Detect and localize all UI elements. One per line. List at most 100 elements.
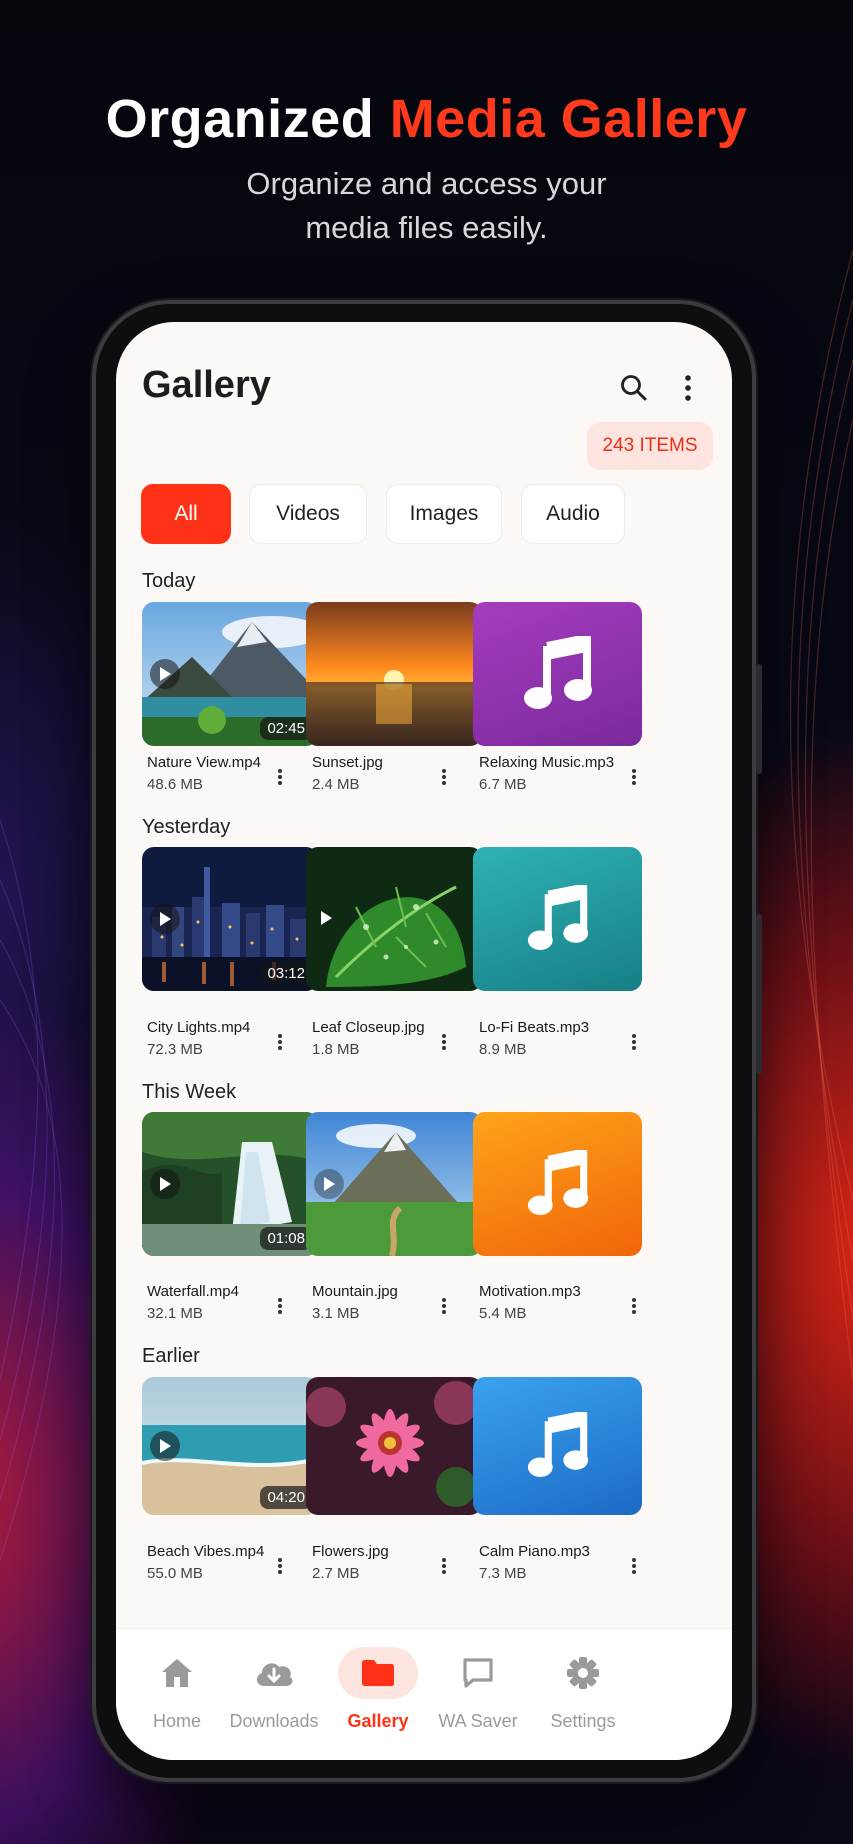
page-title: Gallery <box>142 364 271 406</box>
more-vertical-icon <box>442 1558 446 1574</box>
file-size: 7.3 MB <box>479 1565 527 1582</box>
nav-item-gallery[interactable]: Gallery <box>323 1647 433 1747</box>
thumbnail-waterfall[interactable]: 01:08 <box>142 1112 318 1256</box>
file-size: 72.3 MB <box>147 1041 203 1058</box>
file-name: Nature View.mp4 <box>147 754 261 771</box>
file-size: 55.0 MB <box>147 1565 203 1582</box>
file-name: Sunset.jpg <box>312 754 383 771</box>
file-name: Leaf Closeup.jpg <box>312 1019 425 1036</box>
music-note-icon <box>527 1412 588 1477</box>
music-note-icon <box>527 885 588 950</box>
section-label-earlier: Earlier <box>142 1345 200 1367</box>
more-vertical-icon <box>442 1298 446 1314</box>
nav-item-downloads[interactable]: Downloads <box>219 1647 329 1747</box>
more-vertical-icon <box>278 1298 282 1314</box>
file-menu-button[interactable] <box>624 1552 644 1580</box>
section-label-yesterday: Yesterday <box>142 816 231 838</box>
file-name: Waterfall.mp4 <box>147 1283 239 1300</box>
power-button <box>756 914 762 1074</box>
filter-chips: All Videos Images Audio <box>141 484 708 544</box>
nav-label-wa-saver: WA Saver <box>438 1711 518 1731</box>
more-vertical-icon <box>632 1558 636 1574</box>
file-size: 48.6 MB <box>147 776 203 793</box>
play-icon <box>320 911 332 925</box>
thumbnail-flowers[interactable] <box>306 1377 482 1515</box>
more-vertical-icon <box>442 1034 446 1050</box>
items-count-badge: 243 ITEMS <box>587 422 713 470</box>
more-vertical-icon <box>278 769 282 785</box>
leaf-thumbnail-image <box>306 847 482 991</box>
play-icon <box>150 659 180 689</box>
app-screen: Gallery 243 ITEMS All Videos Images Audi… <box>116 322 732 1760</box>
thumbnail-lofi-beats[interactable] <box>473 847 642 991</box>
file-size: 3.1 MB <box>312 1305 360 1322</box>
file-menu-button[interactable] <box>270 1028 290 1056</box>
file-size: 5.4 MB <box>479 1305 527 1322</box>
hero-title: Organized Media Gallery <box>0 88 853 150</box>
filter-audio[interactable]: Audio <box>521 484 625 544</box>
play-icon <box>150 1169 180 1199</box>
thumbnail-city-lights[interactable]: 03:12 <box>142 847 318 991</box>
play-icon <box>314 1169 344 1199</box>
thumbnail-calm-piano[interactable] <box>473 1377 642 1515</box>
file-size: 8.9 MB <box>479 1041 527 1058</box>
filter-videos[interactable]: Videos <box>249 484 367 544</box>
play-icon <box>150 904 180 934</box>
thumbnail-sunset[interactable] <box>306 602 482 746</box>
hero-title-part1: Organized <box>105 89 390 149</box>
file-name: Lo-Fi Beats.mp3 <box>479 1019 590 1036</box>
flowers-thumbnail-image <box>306 1377 482 1515</box>
music-note-icon <box>527 1150 588 1215</box>
file-menu-button[interactable] <box>434 1292 454 1320</box>
file-size: 1.8 MB <box>312 1041 360 1058</box>
hero-title-accent: Media Gallery <box>389 89 748 149</box>
hero-subtitle-line1: Organize and access your <box>246 166 607 201</box>
thumbnail-mountain[interactable] <box>306 1112 482 1256</box>
nav-label-settings: Settings <box>550 1711 616 1731</box>
nav-label-home: Home <box>152 1711 201 1731</box>
file-name: Relaxing Music.mp3 <box>479 754 615 771</box>
file-menu-button[interactable] <box>434 763 454 791</box>
file-menu-button[interactable] <box>270 1292 290 1320</box>
thumbnail-nature-view[interactable]: 02:45 <box>142 602 318 746</box>
hero-subtitle-line2: media files easily. <box>305 210 548 245</box>
thumbnail-leaf-closeup[interactable] <box>306 847 482 991</box>
search-icon <box>621 375 647 401</box>
section-label-this-week: This Week <box>142 1081 237 1103</box>
file-menu-button[interactable] <box>624 1292 644 1320</box>
cloud-download-icon <box>256 1663 293 1686</box>
thumbnail-motivation[interactable] <box>473 1112 642 1256</box>
more-vertical-icon <box>632 1298 636 1314</box>
more-menu-button[interactable] <box>666 366 710 410</box>
file-size: 2.7 MB <box>312 1565 360 1582</box>
file-menu-button[interactable] <box>270 1552 290 1580</box>
file-menu-button[interactable] <box>434 1552 454 1580</box>
file-menu-button[interactable] <box>270 763 290 791</box>
file-menu-button[interactable] <box>624 763 644 791</box>
video-duration: 01:08 <box>260 1227 312 1250</box>
nav-item-home[interactable]: Home <box>122 1647 232 1747</box>
file-name: City Lights.mp4 <box>147 1019 251 1036</box>
file-name: Motivation.mp3 <box>479 1283 581 1300</box>
file-size: 2.4 MB <box>312 776 360 793</box>
file-menu-button[interactable] <box>434 1028 454 1056</box>
filter-images[interactable]: Images <box>386 484 502 544</box>
nav-label-gallery: Gallery <box>347 1711 409 1731</box>
nav-item-settings[interactable]: Settings <box>528 1647 638 1747</box>
file-menu-button[interactable] <box>624 1028 644 1056</box>
nav-item-wa-saver[interactable]: WA Saver <box>423 1647 533 1747</box>
more-vertical-icon <box>442 769 446 785</box>
file-name: Calm Piano.mp3 <box>479 1543 590 1560</box>
volume-button <box>756 664 762 774</box>
bottom-navigation: Home Downloads Gallery WA Saver Settings <box>116 1628 732 1760</box>
nav-label-downloads: Downloads <box>229 1711 319 1731</box>
thumbnail-relaxing-music[interactable] <box>473 602 642 746</box>
hero-subtitle: Organize and access your media files eas… <box>0 162 853 250</box>
file-size: 32.1 MB <box>147 1305 203 1322</box>
search-button[interactable] <box>612 366 656 410</box>
thumbnail-beach-vibes[interactable]: 04:20 <box>142 1377 318 1515</box>
file-name: Flowers.jpg <box>312 1543 389 1560</box>
more-vertical-icon <box>632 1034 636 1050</box>
more-vertical-icon <box>685 375 691 401</box>
filter-all[interactable]: All <box>141 484 231 544</box>
